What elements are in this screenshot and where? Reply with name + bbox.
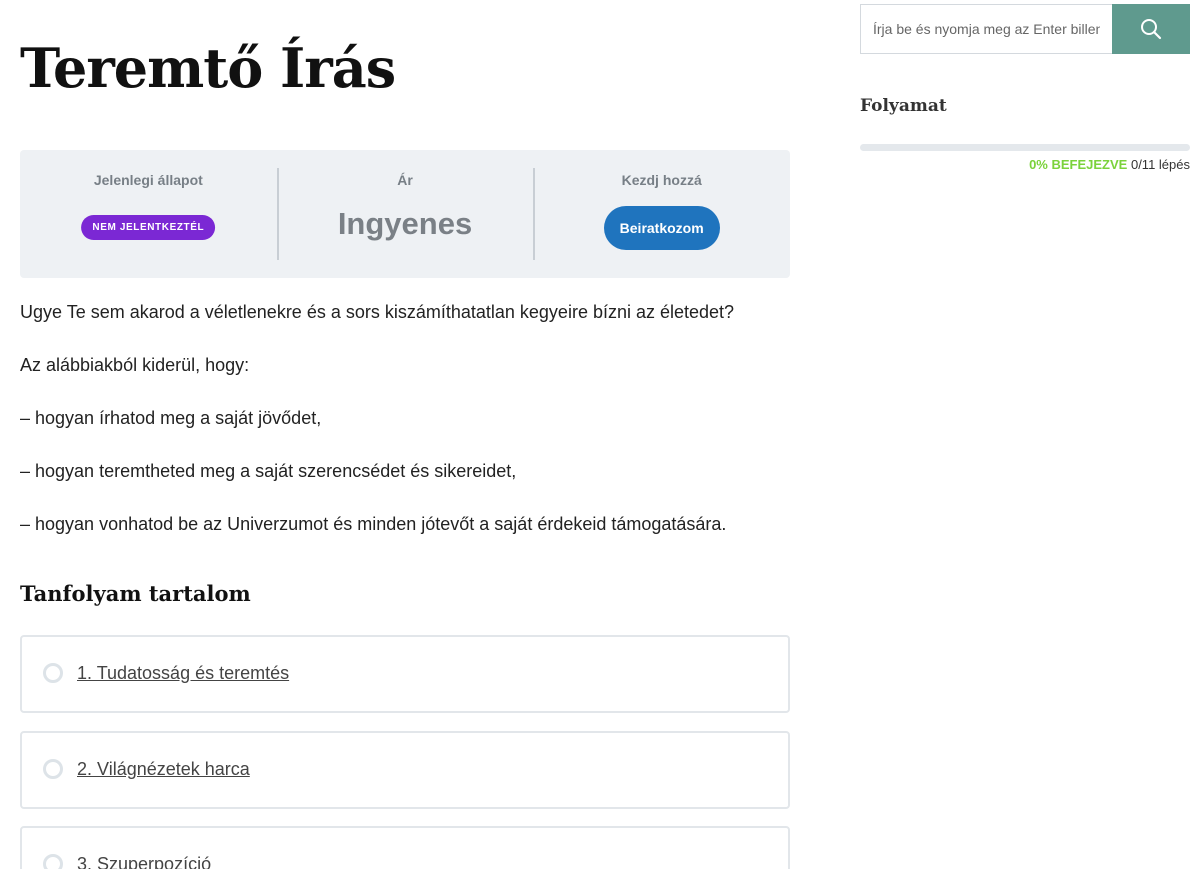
lesson-item[interactable]: 2. Világnézetek harca [20,731,790,809]
course-content-title: Tanfolyam tartalom [20,581,251,606]
lesson-item[interactable]: 1. Tudatosság és teremtés [20,635,790,713]
lesson-link[interactable]: 1. Tudatosság és teremtés [77,661,289,685]
progress-steps: 0/11 lépés [1130,157,1190,172]
main-content: Teremtő Írás Jelenlegi állapot NEM JELEN… [20,0,790,869]
current-status-heading: Jelenlegi állapot [93,172,203,188]
search-icon [1141,19,1162,40]
price-value: Ingyenes [337,206,473,241]
course-status-box: Jelenlegi állapot NEM JELENTKEZTÉL Ár In… [20,150,790,278]
description-paragraph: – hogyan írhatod meg a saját jövődet, [20,408,322,428]
search-form [860,4,1190,54]
description-paragraph: – hogyan teremtheted meg a saját szerenc… [20,461,517,481]
enroll-button[interactable]: Beiratkozom [603,206,720,250]
search-button[interactable] [1112,4,1190,54]
circle-icon [43,663,63,683]
get-started-column: Kezdj hozzá Beiratkozom [533,150,790,278]
progress-bar [860,144,1190,151]
description-paragraph: – hogyan vonhatod be az Univerzumot és m… [20,514,727,534]
current-status-column: Jelenlegi állapot NEM JELENTKEZTÉL [20,150,277,278]
get-started-heading: Kezdj hozzá [621,172,702,188]
lesson-item[interactable]: 3. Szuperpozíció [20,826,790,869]
course-description: Ugye Te sem akarod a véletlenekre és a s… [20,299,790,564]
search-input[interactable] [860,4,1112,54]
circle-icon [43,759,63,779]
price-heading: Ár [397,172,413,188]
lesson-link[interactable]: 2. Világnézetek harca [77,757,250,781]
progress-summary: 0% BEFEJEZVE 0/11 lépés [1029,156,1190,174]
description-paragraph: Az alábbiakból kiderül, hogy: [20,355,250,375]
lesson-link[interactable]: 3. Szuperpozíció [77,852,211,869]
progress-title: Folyamat [860,96,947,116]
circle-icon [43,854,63,869]
progress-percent: 0% BEFEJEZVE [1029,157,1128,172]
description-paragraph: Ugye Te sem akarod a véletlenekre és a s… [20,302,735,322]
status-badge: NEM JELENTKEZTÉL [81,215,216,240]
price-column: Ár Ingyenes [276,150,534,278]
page-title: Teremtő Írás [20,36,396,100]
